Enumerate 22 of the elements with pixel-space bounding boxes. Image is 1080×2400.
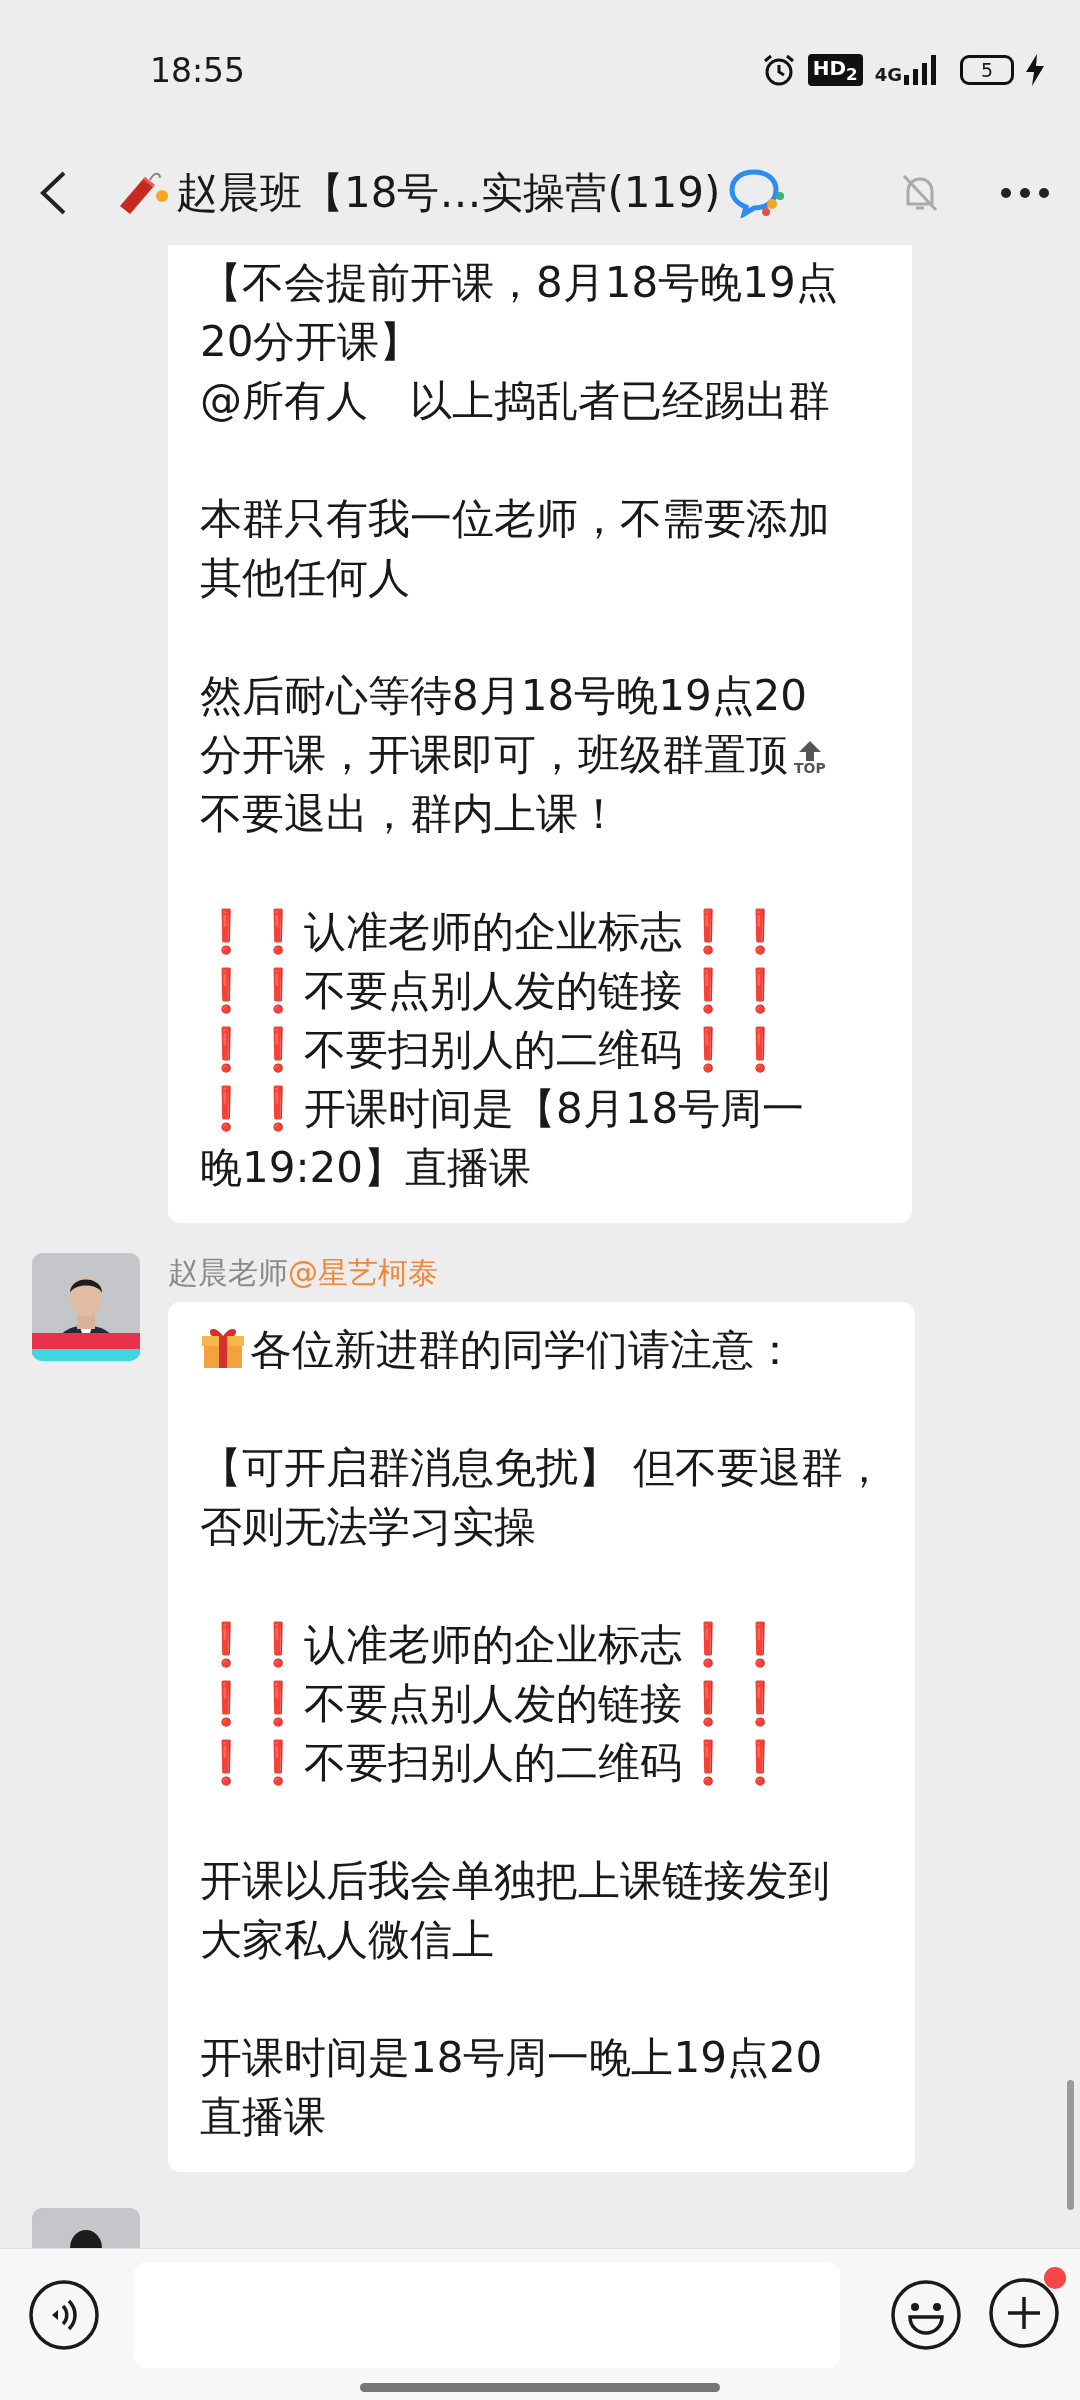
message-text: 各位新进群的同学们请注意： [200,1320,886,1379]
chat-title: 赵晨班【18号…实操营(119) [176,166,721,219]
more-icon[interactable] [1000,186,1050,199]
hd-badge: HD$_{2}$ [807,54,863,86]
message-text: 【可开启群消息免扰】 但不要退群， 否则无法学习实操 [200,1442,886,1553]
message-text: 开课时间是18号周一晚上19点20 直播课 [200,2032,824,2143]
message-text: 开课以后我会单独把上课链接发到 大家私人微信上 [200,1855,831,1966]
message-text: ❗❗认准老师的企业标志❗❗ ❗❗不要点别人发的链接❗❗ ❗❗不要扫别人的二维码❗❗ [200,1619,787,1789]
alarm-icon [761,53,796,87]
voice-icon[interactable] [28,2278,100,2351]
add-icon[interactable] [988,2276,1060,2349]
message-text: ❗❗认准老师的企业标志❗❗ ❗❗不要点别人发的链接❗❗ ❗❗不要扫别人的二维码❗❗ ❗❗开课时间是【8月18号周一 晚19:20】直播课 [200,906,806,1194]
emoji-icon[interactable] [890,2278,962,2351]
message-text: 然后耐心等待8月18号晚19点20 分开课，开课即可，班级群置顶 TOP 不要退出，群内上课！ [200,670,827,840]
battery-icon: 5 [960,55,1014,85]
scrollbar[interactable] [1067,2080,1074,2210]
sender-tag: @星艺柯泰 [288,1253,438,1294]
clock: 18:55 [150,50,247,90]
message-text: 本群只有我一位老师，不需要添加 其他任何人 [200,493,831,604]
back-icon[interactable] [38,169,68,216]
sender-name: 赵晨老师 [168,1254,288,1292]
message-text: 【不会提前开课，8月18号晚19点 20分开课】 @所有人 以上捣乱者已经踢出群 [200,257,839,427]
